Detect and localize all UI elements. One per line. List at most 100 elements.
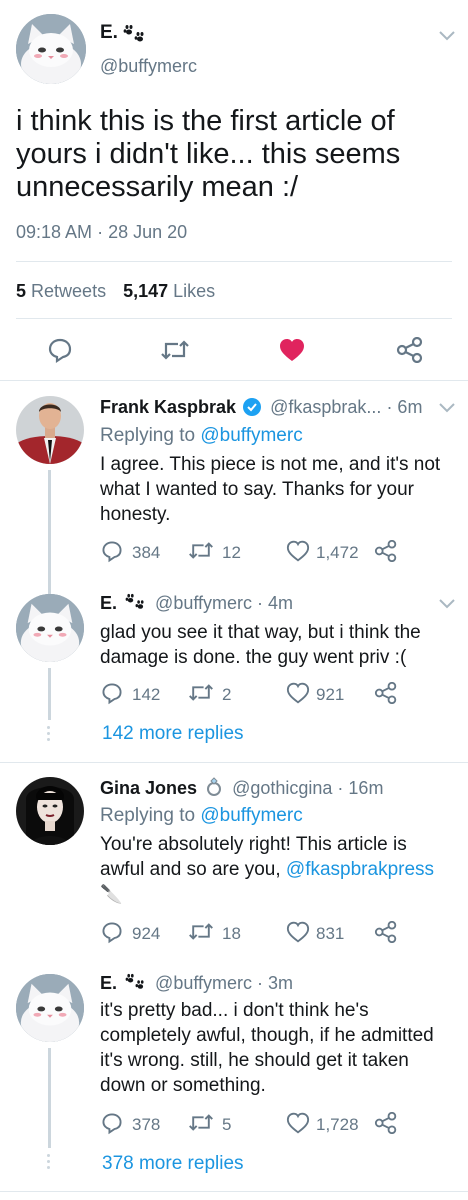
reply-text-line: damage is done. the guy went priv :( xyxy=(100,647,407,668)
more-replies-link[interactable]: 378 more replies xyxy=(102,1153,244,1175)
reply-text-line: completely awful, though, if he admitted xyxy=(100,1025,434,1046)
reply-count: 384 xyxy=(132,543,161,562)
reply-text: it's pretty bad... i don't think he's co… xyxy=(100,998,434,1098)
handle[interactable]: @fkaspbrak... xyxy=(270,397,381,417)
chevron-down-icon[interactable] xyxy=(438,30,456,42)
reply-icon[interactable] xyxy=(100,539,124,563)
share-icon[interactable] xyxy=(374,540,398,562)
reply-text-line: You're absolutely right! This article is xyxy=(100,834,407,855)
tweet-text: i think this is the first article of you… xyxy=(16,105,400,204)
like-icon[interactable] xyxy=(286,1112,310,1134)
knife-icon: 🔪 xyxy=(100,884,123,905)
handle[interactable]: @buffymerc xyxy=(100,56,197,77)
paw-prints-icon xyxy=(125,593,144,609)
tweet-text-line: yours i didn't like... this seems xyxy=(16,138,401,170)
like-icon[interactable] xyxy=(286,540,310,562)
divider xyxy=(0,762,468,763)
reply-count: 378 xyxy=(132,1115,161,1134)
reply-text-segment: awful and so are you, xyxy=(100,859,281,880)
replying-to-mention[interactable]: @buffymerc xyxy=(200,425,302,446)
divider xyxy=(0,1191,468,1192)
separator-dot: · xyxy=(97,222,104,242)
thread-line xyxy=(48,668,51,720)
thread-dots xyxy=(46,726,52,744)
tweet-text-line: unnecessarily mean :/ xyxy=(16,171,299,203)
replying-to: Replying to @buffymerc xyxy=(100,805,303,827)
share-icon[interactable] xyxy=(374,921,398,943)
retweet-icon[interactable] xyxy=(188,1112,214,1133)
share-icon[interactable] xyxy=(374,1112,398,1134)
avatar[interactable] xyxy=(16,974,84,1042)
replying-to: Replying to @buffymerc xyxy=(100,425,303,447)
replying-to-prefix: Replying to xyxy=(100,425,196,446)
replying-to-mention[interactable]: @buffymerc xyxy=(200,805,302,826)
display-name[interactable]: E. xyxy=(100,593,117,613)
engagement-stats: 5 Retweets 5,147 Likes xyxy=(16,281,215,302)
reply-text-line: honesty. xyxy=(100,504,171,525)
like-icon[interactable] xyxy=(286,921,310,943)
reply-header: E. @buffymerc · 4m xyxy=(100,593,293,614)
like-count: 831 xyxy=(316,924,345,943)
reply-icon[interactable] xyxy=(100,681,124,705)
tweet-text-line: i think this is the first article of xyxy=(16,105,395,137)
reply-icon[interactable] xyxy=(100,1111,124,1135)
share-icon[interactable] xyxy=(374,682,398,704)
retweet-icon[interactable] xyxy=(188,540,214,561)
display-name[interactable]: E. xyxy=(100,22,118,44)
reply-text-line: glad you see it that way, but i think th… xyxy=(100,622,421,643)
relative-time: · 3m xyxy=(257,973,294,993)
reply-icon[interactable] xyxy=(46,336,74,364)
retweets-stat[interactable]: 5 Retweets xyxy=(16,281,106,301)
reply-text-line: what I wanted to say. Thanks for your xyxy=(100,479,415,500)
reply-icon[interactable] xyxy=(100,920,124,944)
chevron-down-icon[interactable] xyxy=(438,598,456,610)
reply-text-line: down or something. xyxy=(100,1075,266,1096)
handle[interactable]: @buffymerc xyxy=(155,973,252,993)
chevron-down-icon[interactable] xyxy=(438,402,456,414)
reply-text-line: it's wrong. still, he should get it take… xyxy=(100,1050,409,1071)
avatar[interactable] xyxy=(16,396,84,464)
retweet-count: 12 xyxy=(222,543,241,562)
thread-dots xyxy=(46,1154,52,1172)
retweet-icon[interactable] xyxy=(160,338,190,362)
paw-prints-icon xyxy=(125,973,144,989)
retweet-icon[interactable] xyxy=(188,921,214,942)
like-count: 1,728 xyxy=(316,1115,359,1134)
mention-link[interactable]: @fkaspbrakpress xyxy=(286,859,434,880)
avatar[interactable] xyxy=(16,14,86,84)
share-icon[interactable] xyxy=(396,337,424,363)
like-count: 1,472 xyxy=(316,543,359,562)
retweet-icon[interactable] xyxy=(188,682,214,703)
like-count: 921 xyxy=(316,685,345,704)
timestamp[interactable]: 09:18 AM · 28 Jun 20 xyxy=(16,222,187,243)
more-replies-link[interactable]: 142 more replies xyxy=(102,723,244,745)
relative-time: · 16m xyxy=(337,778,384,798)
like-icon[interactable] xyxy=(286,682,310,704)
retweet-count: 5 xyxy=(222,1115,232,1134)
likes-label: Likes xyxy=(173,281,216,301)
likes-stat[interactable]: 5,147 Likes xyxy=(123,281,215,301)
reply-text: I agree. This piece is not me, and it's … xyxy=(100,452,440,527)
verified-badge-icon xyxy=(243,398,262,416)
like-icon[interactable] xyxy=(278,337,306,363)
reply-text-line: it's pretty bad... i don't think he's xyxy=(100,1000,369,1021)
reply-text: You're absolutely right! This article is… xyxy=(100,832,434,907)
reply-count: 924 xyxy=(132,924,161,943)
divider xyxy=(16,261,452,262)
divider xyxy=(0,380,468,381)
display-name[interactable]: Gina Jones xyxy=(100,778,197,798)
reply-header: E. @buffymerc · 3m xyxy=(100,973,293,994)
display-name[interactable]: Frank Kaspbrak xyxy=(100,397,236,417)
thread-line xyxy=(48,1048,51,1148)
handle[interactable]: @gothicgina xyxy=(232,778,332,798)
time: 09:18 AM xyxy=(16,222,93,242)
avatar[interactable] xyxy=(16,594,84,662)
display-name[interactable]: E. xyxy=(100,973,117,993)
reply-text: glad you see it that way, but i think th… xyxy=(100,620,421,670)
divider xyxy=(16,318,452,319)
replying-to-prefix: Replying to xyxy=(100,805,196,826)
handle[interactable]: @buffymerc xyxy=(155,593,252,613)
ring-icon xyxy=(207,777,222,796)
avatar[interactable] xyxy=(16,777,84,845)
thread-line xyxy=(48,470,51,594)
